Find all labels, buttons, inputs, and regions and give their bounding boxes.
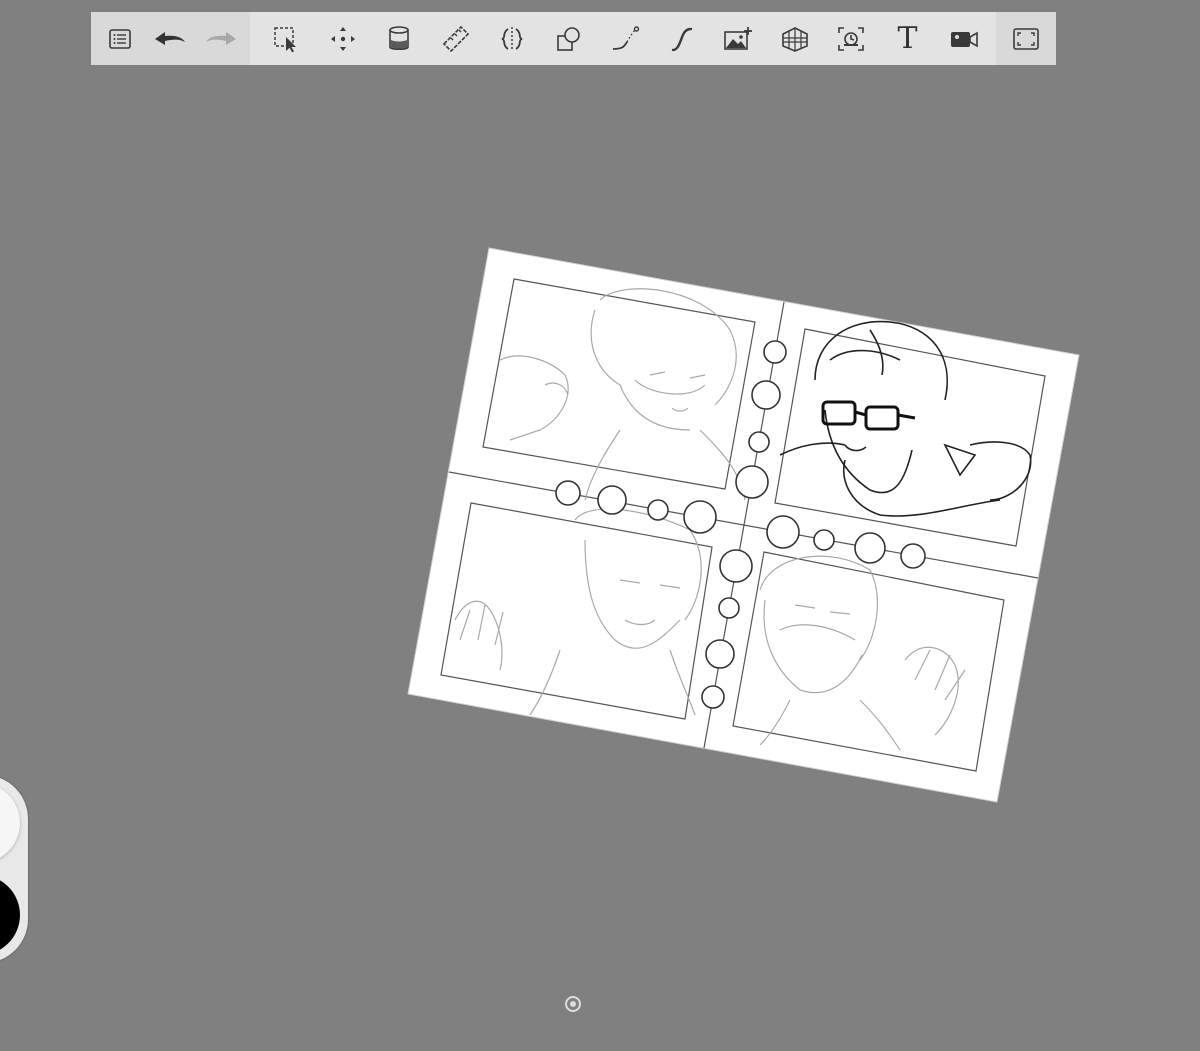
primary-color-swatch[interactable] bbox=[0, 875, 20, 955]
shape-button[interactable] bbox=[551, 21, 587, 57]
undo-icon bbox=[155, 31, 186, 45]
perspective-button[interactable] bbox=[777, 21, 813, 57]
selection-icon bbox=[274, 26, 296, 52]
video-icon bbox=[951, 31, 978, 47]
fill-button[interactable] bbox=[381, 21, 417, 57]
time-lapse-icon bbox=[838, 26, 864, 51]
main-toolbar: T bbox=[91, 12, 1056, 65]
stroke-button[interactable] bbox=[664, 21, 700, 57]
color-picker-puck bbox=[0, 775, 28, 963]
video-button[interactable] bbox=[946, 21, 982, 57]
curve-icon bbox=[612, 25, 640, 50]
fill-icon bbox=[389, 25, 409, 50]
perspective-icon bbox=[781, 26, 808, 52]
redo-icon bbox=[205, 31, 236, 45]
symmetry-icon bbox=[501, 26, 523, 51]
artwork-canvas[interactable] bbox=[0, 65, 1200, 1051]
toolbar-tools-group: T bbox=[250, 12, 996, 65]
symmetry-button[interactable] bbox=[494, 21, 530, 57]
undo-button[interactable] bbox=[152, 21, 188, 57]
stroke-icon bbox=[671, 27, 692, 51]
text-button[interactable]: T bbox=[890, 21, 926, 57]
text-icon: T bbox=[897, 20, 918, 56]
fullscreen-button[interactable] bbox=[1008, 21, 1044, 57]
transform-icon bbox=[330, 26, 355, 51]
toolbar-right-group bbox=[996, 12, 1056, 65]
time-lapse-button[interactable] bbox=[833, 21, 869, 57]
transform-button[interactable] bbox=[325, 21, 361, 57]
shape-icon bbox=[556, 26, 580, 51]
redo-button[interactable] bbox=[203, 21, 239, 57]
ruler-button[interactable] bbox=[438, 21, 474, 57]
canvas-area[interactable] bbox=[0, 65, 1200, 1051]
add-image-button[interactable] bbox=[720, 21, 756, 57]
layers-list-button[interactable] bbox=[102, 21, 138, 57]
toolbar-left-group bbox=[91, 12, 250, 65]
canvas-reset-handle-icon[interactable] bbox=[564, 995, 582, 1013]
list-icon bbox=[109, 28, 131, 49]
selection-button[interactable] bbox=[268, 21, 304, 57]
secondary-color-swatch[interactable] bbox=[0, 783, 20, 863]
curve-button[interactable] bbox=[607, 21, 643, 57]
ruler-icon bbox=[442, 25, 469, 52]
image-add-icon bbox=[724, 26, 752, 50]
fullscreen-icon bbox=[1013, 27, 1039, 50]
